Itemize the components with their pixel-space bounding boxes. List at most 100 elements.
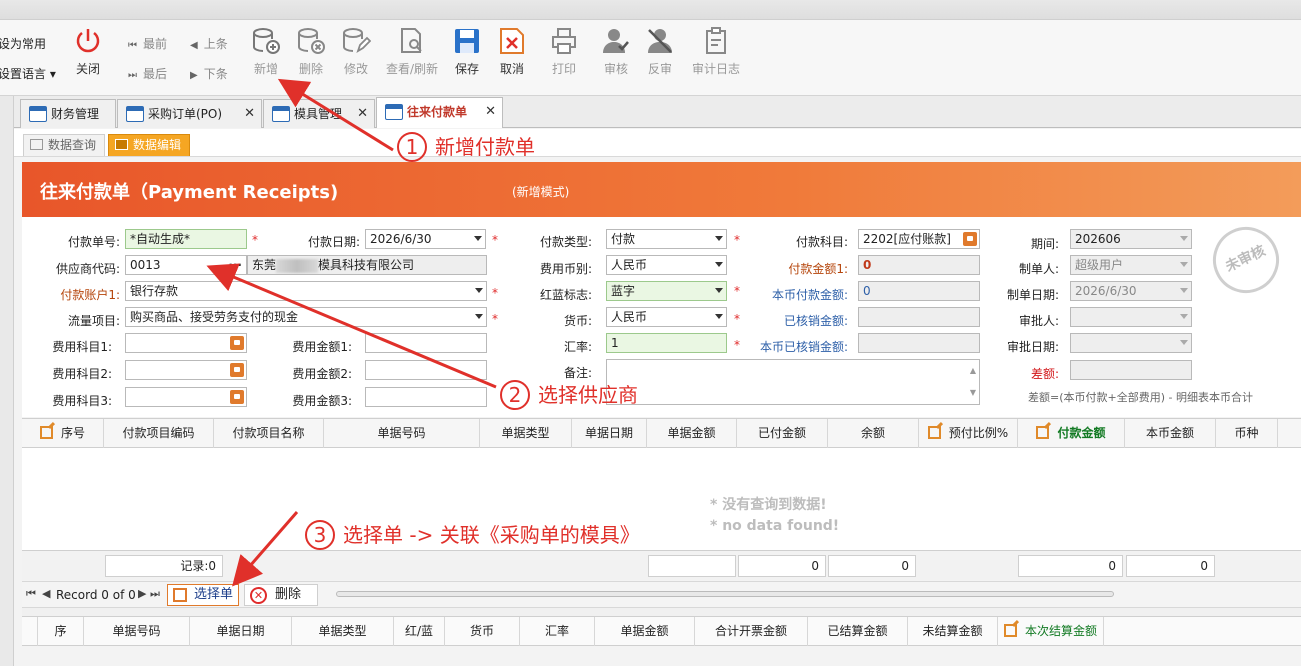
- unapprove-button[interactable]: 反审: [634, 24, 686, 84]
- col-header[interactable]: 汇率: [520, 617, 595, 646]
- pay-subject-field[interactable]: 2202[应付账款]: [858, 229, 980, 249]
- flow-item-label: 流量项目:: [67, 314, 120, 328]
- document-search-icon: [401, 28, 422, 53]
- edit-icon: [1036, 426, 1050, 439]
- lookup-icon[interactable]: [230, 390, 244, 404]
- close-tab-icon[interactable]: ✕: [244, 100, 255, 128]
- tab-data-query[interactable]: 数据查询: [23, 134, 106, 156]
- pay-no-field[interactable]: *自动生成*: [125, 229, 247, 249]
- first-record-icon[interactable]: ⏮: [26, 587, 36, 601]
- pay-date-picker[interactable]: 2026/6/30: [365, 229, 486, 249]
- rate-field[interactable]: 1: [606, 333, 727, 353]
- annotation-1: 1 新增付款单: [397, 131, 535, 162]
- account-select[interactable]: 银行存款: [125, 281, 487, 301]
- col-header[interactable]: 余额: [828, 419, 919, 448]
- fee-amount2-field[interactable]: [365, 360, 487, 380]
- col-header[interactable]: 红/蓝: [394, 617, 445, 646]
- period-select[interactable]: 202606: [1070, 229, 1192, 249]
- supplier-code-field[interactable]: 0013 ···: [125, 255, 247, 275]
- mode-indicator: (新增模式): [512, 185, 570, 199]
- col-header[interactable]: 单据日期: [190, 617, 292, 646]
- supplier-code-label: 供应商代码:: [55, 262, 120, 276]
- first-record-button[interactable]: ⏮ 最前: [128, 35, 167, 52]
- col-header[interactable]: 单据号码: [324, 419, 480, 448]
- col-header[interactable]: 未结算金额: [908, 617, 998, 646]
- select-document-button[interactable]: 选择单: [167, 584, 239, 606]
- col-header[interactable]: 单据号码: [84, 617, 190, 646]
- col-header[interactable]: 合计开票金额: [695, 617, 808, 646]
- col-header[interactable]: 序号: [22, 419, 104, 448]
- local-verified-label: 本币已核销金额:: [759, 340, 848, 354]
- tab-payment-receipts[interactable]: 往来付款单 ✕: [376, 97, 503, 128]
- ellipsis-icon[interactable]: ···: [228, 256, 242, 274]
- row-selector-header: [22, 617, 38, 646]
- rate-label: 汇率:: [563, 340, 592, 354]
- col-header[interactable]: 货币: [445, 617, 520, 646]
- fee-amount3-field[interactable]: [365, 387, 487, 407]
- col-header[interactable]: 序: [38, 617, 84, 646]
- col-header[interactable]: 单据日期: [572, 419, 647, 448]
- col-header[interactable]: 已结算金额: [808, 617, 908, 646]
- col-header[interactable]: 已付金额: [737, 419, 828, 448]
- close-tab-icon[interactable]: ✕: [485, 98, 496, 126]
- col-header[interactable]: 单据类型: [480, 419, 572, 448]
- splitter[interactable]: [22, 608, 1301, 616]
- pay-type-select[interactable]: 付款: [606, 229, 727, 249]
- close-button[interactable]: 关闭: [62, 24, 114, 84]
- set-favorite-item[interactable]: 设为常用: [0, 35, 46, 52]
- col-header[interactable]: 单据类型: [292, 617, 394, 646]
- delete-row-button[interactable]: ✕ 删除: [244, 584, 318, 606]
- flow-item-select[interactable]: 购买商品、接受劳务支付的现金: [125, 307, 487, 327]
- fee-currency-select[interactable]: 人民币: [606, 255, 727, 275]
- edit-icon: [39, 426, 53, 439]
- edit-button[interactable]: 修改: [330, 24, 382, 84]
- required-mark: *: [734, 233, 740, 247]
- create-date-picker: 2026/6/30: [1070, 281, 1192, 301]
- col-header[interactable]: 币种: [1216, 419, 1278, 448]
- edit-icon: [1003, 624, 1017, 637]
- fee-amount1-field[interactable]: [365, 333, 487, 353]
- lookup-icon[interactable]: [963, 232, 977, 246]
- currency-select[interactable]: 人民币: [606, 307, 727, 327]
- fee-subject3-field[interactable]: [125, 387, 247, 407]
- col-header[interactable]: 本币金额: [1125, 419, 1216, 448]
- last-record-button[interactable]: ⏭ 最后: [128, 65, 167, 82]
- col-header[interactable]: 付款项目名称: [214, 419, 324, 448]
- view-refresh-button[interactable]: 查看/刷新: [384, 24, 440, 84]
- cancel-button[interactable]: 取消: [486, 24, 538, 84]
- next-record-icon[interactable]: ▶: [138, 587, 146, 600]
- fee-subject1-field[interactable]: [125, 333, 247, 353]
- tab-purchase-order[interactable]: 采购订单(PO) ✕: [117, 99, 262, 128]
- next-record-button[interactable]: ▶ 下条: [190, 65, 228, 82]
- col-header[interactable]: 单据金额: [647, 419, 737, 448]
- print-button[interactable]: 打印: [538, 24, 590, 84]
- lookup-icon[interactable]: [230, 336, 244, 350]
- col-header[interactable]: 预付比例%: [919, 419, 1018, 448]
- pay-subject-label: 付款科目:: [795, 235, 848, 249]
- sum-cell: [648, 555, 736, 577]
- creator-label: 制单人:: [1018, 262, 1059, 276]
- audit-log-button[interactable]: 审计日志: [688, 24, 744, 84]
- col-header[interactable]: 付款金额: [1018, 419, 1125, 448]
- col-header[interactable]: 本次结算金额: [998, 617, 1104, 646]
- fee-subject2-field[interactable]: [125, 360, 247, 380]
- last-record-icon[interactable]: ⏭: [150, 587, 160, 601]
- prev-record-icon[interactable]: ◀: [42, 587, 50, 600]
- col-header[interactable]: 付款项目编码: [104, 419, 214, 448]
- pay-date-label: 付款日期:: [307, 235, 360, 249]
- lookup-icon[interactable]: [230, 363, 244, 377]
- pay-amount-field[interactable]: 0: [858, 255, 980, 275]
- tab-mold-management[interactable]: 模具管理 ✕: [263, 99, 375, 128]
- payment-detail-grid-body[interactable]: [22, 448, 1301, 550]
- remark-textarea[interactable]: ▲ ▼: [606, 359, 980, 405]
- close-tab-icon[interactable]: ✕: [357, 100, 368, 128]
- prev-record-button[interactable]: ◀ 上条: [190, 35, 228, 52]
- page-title: 往来付款单（Payment Receipts): [40, 182, 339, 203]
- tab-data-edit[interactable]: 数据编辑: [108, 134, 191, 156]
- horizontal-scrollbar[interactable]: [336, 591, 1114, 597]
- tab-finance[interactable]: 财务管理: [20, 99, 116, 128]
- pay-amount-label: 付款金额1:: [788, 262, 848, 276]
- col-header[interactable]: 单据金额: [595, 617, 695, 646]
- set-language-item[interactable]: 设置语言 ▾: [0, 65, 56, 82]
- red-blue-select[interactable]: 蓝字: [606, 281, 727, 301]
